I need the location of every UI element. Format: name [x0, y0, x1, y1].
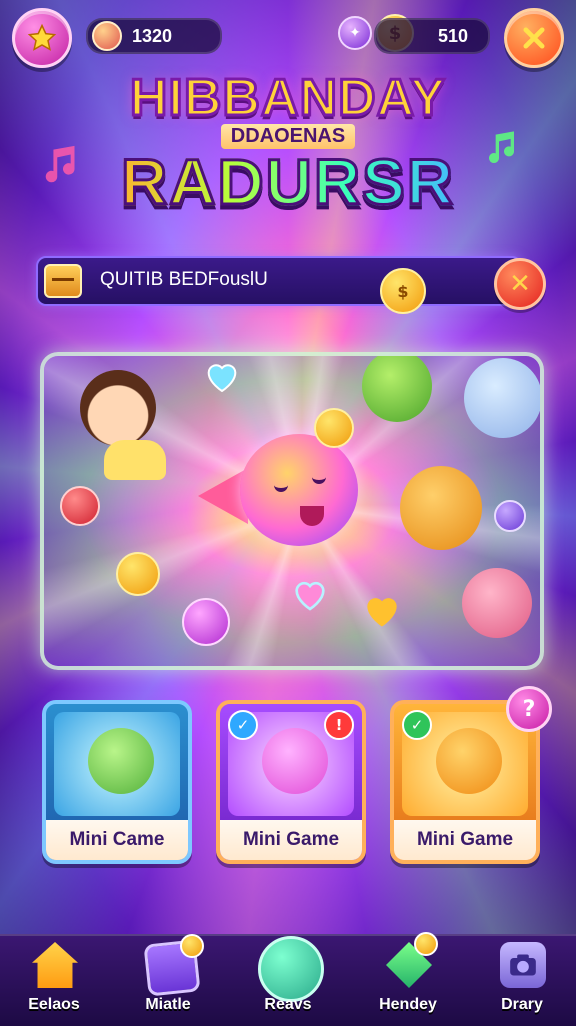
close-button[interactable] [504, 8, 564, 68]
nav-item-hendey[interactable]: Hendey [358, 932, 458, 1026]
close-icon [523, 27, 545, 49]
bottom-nav: Eelaos Miatle Reavs Hendey Drary [0, 932, 576, 1026]
home-icon [32, 942, 78, 988]
heart-icon [367, 598, 397, 627]
reward-icon [258, 936, 324, 1002]
help-badge[interactable]: ? [506, 686, 552, 732]
dino-character[interactable] [362, 356, 432, 422]
title-line1: HIBBANDAY [128, 69, 447, 128]
potion-icon[interactable] [182, 598, 230, 646]
nav-label: Miatle [145, 996, 191, 1013]
gem-icon [92, 21, 122, 51]
green-cat-pet [88, 728, 154, 794]
currency-pill-left: 1320 [86, 18, 222, 54]
girl-character [80, 370, 156, 446]
nav-item-home[interactable]: Eelaos [4, 936, 104, 1026]
favorites-button[interactable] [12, 8, 72, 68]
nav-item-match[interactable]: Miatle [118, 934, 218, 1026]
music-note-icon [489, 131, 515, 164]
fox-character[interactable] [400, 466, 482, 550]
currency-pill-right: 510 [374, 18, 490, 54]
coin-icon: $ [380, 268, 426, 314]
notification-badge [414, 932, 438, 956]
notification-badge [180, 934, 204, 958]
camera-icon [510, 954, 536, 976]
pink-cat-pet [262, 728, 328, 794]
coin-icon[interactable] [116, 552, 160, 596]
nav-item-diary[interactable]: Drary [472, 936, 572, 1026]
currency-right-value: 510 [437, 25, 468, 46]
heart-icon [207, 364, 237, 393]
chest-icon [44, 264, 82, 298]
gem-icon[interactable] [494, 500, 526, 532]
fish-character[interactable] [240, 434, 358, 546]
check-icon: ✓ [402, 710, 432, 740]
mini-game-card-2[interactable]: ✓ ! Mini Game [216, 700, 366, 864]
check-icon: ✓ [228, 710, 258, 740]
card-label: Mini Came [46, 820, 188, 860]
coin-icon[interactable] [314, 408, 354, 448]
heart-icon [295, 581, 325, 611]
play-stage[interactable] [40, 352, 544, 670]
pink-cat-character[interactable] [462, 568, 532, 638]
card-label: Mini Game [394, 820, 536, 860]
nav-label: Reavs [264, 996, 312, 1013]
nav-item-rewards[interactable]: Reavs [238, 936, 338, 1026]
gem-icon[interactable] [60, 486, 100, 526]
orange-pet [436, 728, 502, 794]
girl-character-body [104, 440, 166, 480]
currency-left-value: 1320 [132, 25, 173, 46]
mini-game-card-1[interactable]: Mini Came [42, 700, 192, 864]
music-note-icon [45, 145, 75, 183]
blue-cat-character[interactable] [464, 358, 540, 438]
camera-icon [500, 942, 546, 988]
star-icon [27, 23, 57, 51]
nav-label: Drary [501, 996, 543, 1013]
player-name-bar[interactable]: QUITIB BEDFouslU [36, 256, 522, 306]
nav-label: Hendey [379, 996, 437, 1013]
potion-icon[interactable]: ✦ [338, 16, 372, 50]
card-label: Mini Game [220, 820, 362, 860]
player-name-text: QUITIB BEDFouslU [100, 269, 268, 290]
nav-label: Eelaos [28, 996, 80, 1013]
card-art [54, 712, 180, 816]
alert-icon: ! [324, 710, 354, 740]
name-bar-close-button[interactable]: ✕ [494, 258, 546, 310]
